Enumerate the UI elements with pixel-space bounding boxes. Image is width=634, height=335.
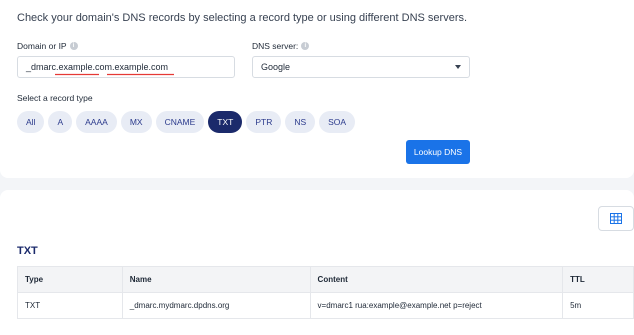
table-cell: _dmarc.mydmarc.dpdns.org xyxy=(121,292,311,319)
dns-label: DNS server: xyxy=(252,41,299,51)
chevron-down-icon xyxy=(455,65,461,69)
record-type-pill[interactable]: CNAME xyxy=(155,111,205,133)
column-header: Name xyxy=(121,266,311,293)
lookup-card xyxy=(0,0,634,178)
column-header: Content xyxy=(309,266,564,293)
domain-label-row: Domain or IP i xyxy=(17,41,78,51)
info-icon[interactable]: i xyxy=(69,42,78,50)
dns-server-value: Google xyxy=(261,62,291,72)
intro-text: Check your domain's DNS records by selec… xyxy=(17,12,468,24)
record-type-pill[interactable]: AAAA xyxy=(76,111,117,133)
column-header: Type xyxy=(17,266,123,293)
results-table: Type Name Content TTL TXT _dmarc.mydmarc… xyxy=(17,266,634,319)
lookup-dns-button[interactable]: Lookup DNS xyxy=(406,140,470,164)
domain-input-value: _dmarc.example.com.example.com xyxy=(26,62,169,72)
record-type-pill[interactable]: A xyxy=(48,111,73,133)
column-header: TTL xyxy=(562,266,634,293)
record-type-pill[interactable]: SOA xyxy=(319,111,356,133)
dns-label-row: DNS server: i xyxy=(252,41,310,51)
record-type-label: Select a record type xyxy=(17,93,93,103)
table-cell: 5m xyxy=(562,292,634,319)
record-type-pills: All A AAAA MX CNAME TXT PTR NS SOA xyxy=(17,111,356,133)
table-cell: TXT xyxy=(17,292,123,319)
table-view-button[interactable] xyxy=(598,206,634,231)
record-type-pill[interactable]: MX xyxy=(120,111,152,133)
result-section-title: TXT xyxy=(17,245,38,257)
table-grid-icon xyxy=(610,213,622,224)
info-icon[interactable]: i xyxy=(301,42,310,50)
record-type-pill[interactable]: All xyxy=(17,111,45,133)
spellcheck-underline xyxy=(55,73,174,76)
table-cell: v=dmarc1 rua:example@example.net p=rejec… xyxy=(309,292,564,319)
record-type-pill[interactable]: TXT xyxy=(208,111,243,133)
dns-server-select[interactable]: Google xyxy=(252,56,470,78)
domain-label: Domain or IP xyxy=(17,41,67,51)
record-type-pill[interactable]: PTR xyxy=(246,111,282,133)
table-row: TXT _dmarc.mydmarc.dpdns.org v=dmarc1 ru… xyxy=(17,292,634,319)
record-type-pill[interactable]: NS xyxy=(285,111,316,133)
table-header-row: Type Name Content TTL xyxy=(17,266,634,293)
